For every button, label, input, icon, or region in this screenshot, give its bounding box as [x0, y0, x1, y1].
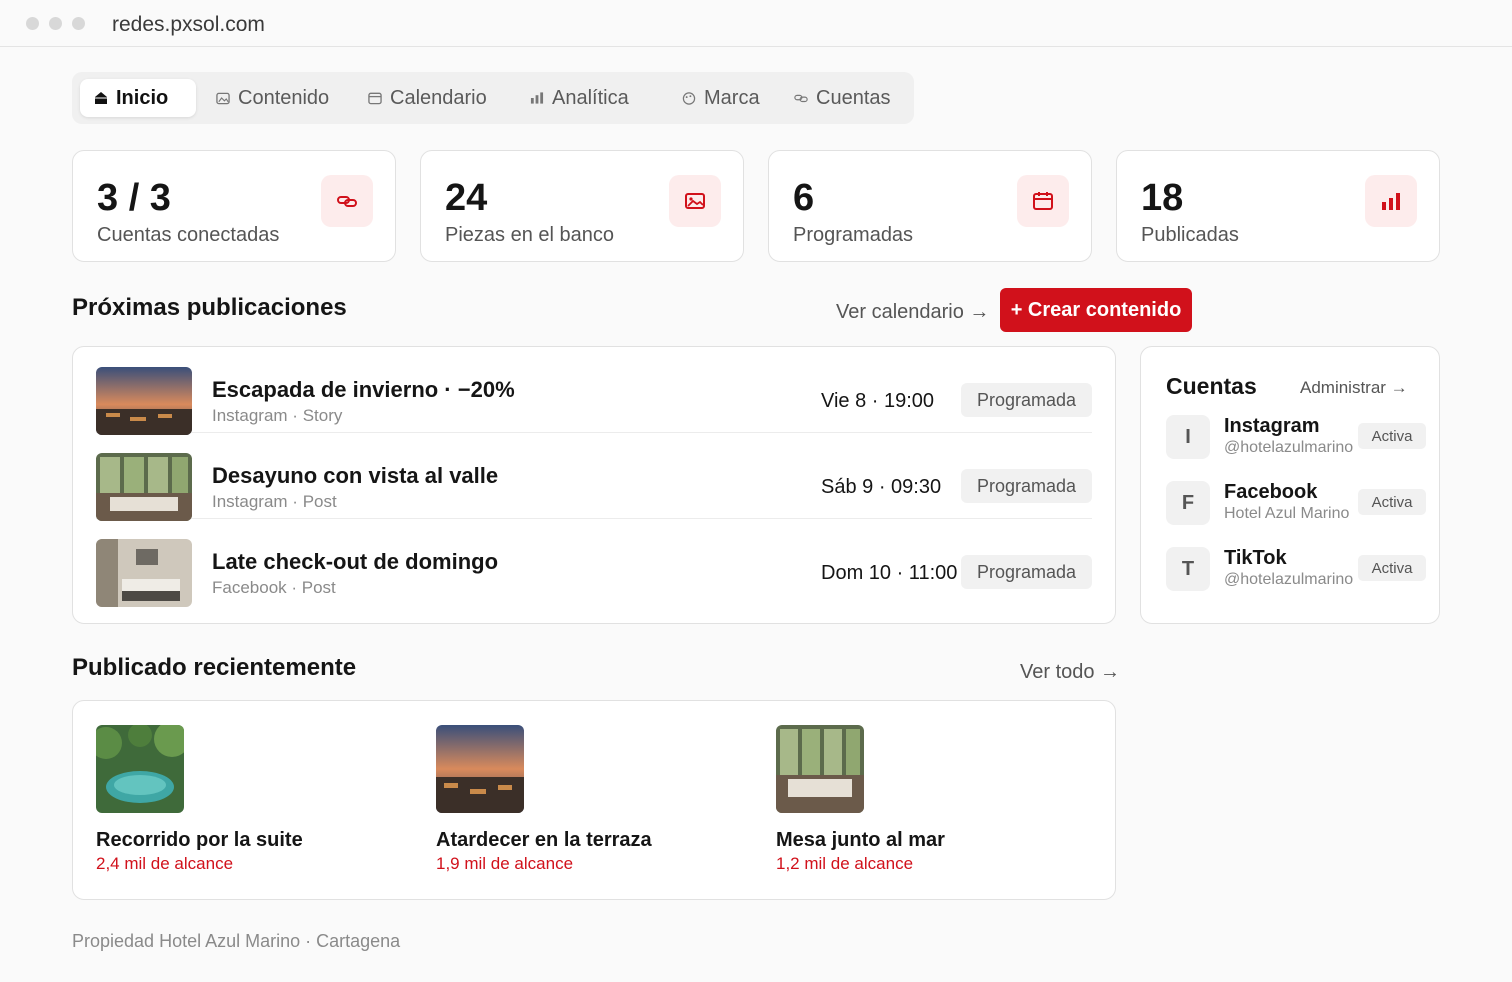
main-tabs: Inicio Contenido Calendario Analítica Ma…	[72, 72, 914, 124]
home-icon	[94, 91, 108, 105]
address-bar[interactable]: redes.pxsol.com	[112, 13, 265, 37]
manage-accounts-link[interactable]: Administrar →	[1300, 378, 1408, 398]
post-title: Mesa junto al mar	[776, 829, 945, 851]
post-meta: Facebook · Post	[212, 578, 336, 597]
post-meta: Instagram · Post	[212, 492, 337, 511]
post-reach: 2,4 mil de alcance	[96, 854, 234, 873]
stat-card-content-bank: 24 Piezas en el banco	[420, 150, 744, 262]
account-handle: @hotelazulmarino	[1224, 571, 1354, 588]
stat-value: 3 / 3	[97, 177, 171, 219]
upcoming-post-row[interactable]: Late check-out de domingo Facebook · Pos…	[96, 519, 1092, 607]
status-badge: Activa	[1358, 423, 1426, 449]
stat-value: 24	[445, 177, 488, 219]
status-badge: Programada	[961, 555, 1092, 589]
stat-card-published: 18 Publicadas	[1116, 150, 1440, 262]
window-maximize-dot[interactable]	[72, 17, 85, 30]
post-date: Dom 10 · 11:00	[821, 562, 958, 584]
account-avatar: T	[1166, 547, 1210, 591]
calendar-icon	[1017, 175, 1069, 227]
footer-text: Propiedad Hotel Azul Marino · Cartagena	[72, 931, 401, 951]
tab-cuentas[interactable]: Cuentas	[780, 79, 905, 117]
stat-label: Piezas en el banco	[445, 224, 615, 246]
image-icon	[216, 91, 230, 105]
stat-value: 18	[1141, 177, 1184, 219]
recent-posts-card: Recorrido por la suite 2,4 mil de alcanc…	[72, 700, 1116, 900]
status-badge: Activa	[1358, 555, 1426, 581]
upcoming-post-row[interactable]: Desayuno con vista al valle Instagram · …	[96, 433, 1092, 521]
stat-card-scheduled: 6 Programadas	[768, 150, 1092, 262]
link-icon	[794, 91, 808, 105]
status-badge: Programada	[961, 469, 1092, 503]
window-close-dot[interactable]	[26, 17, 39, 30]
post-thumbnail	[96, 453, 192, 521]
post-title: Atardecer en la terraza	[436, 829, 652, 851]
tab-contenido[interactable]: Contenido	[202, 79, 343, 117]
link-icon	[321, 175, 373, 227]
post-title: Desayuno con vista al valle	[212, 463, 499, 488]
post-date: Vie 8 · 19:00	[821, 390, 935, 412]
browser-chrome: redes.pxsol.com	[0, 0, 1512, 47]
post-reach: 1,2 mil de alcance	[776, 854, 914, 873]
post-thumbnail	[96, 367, 192, 435]
tab-label: Contenido	[238, 86, 330, 109]
account-item-instagram[interactable]: I Instagram @hotelazulmarino Activa	[1166, 413, 1426, 463]
tab-inicio[interactable]: Inicio	[80, 79, 196, 117]
view-all-link[interactable]: Ver todo →	[1020, 661, 1120, 684]
recent-post-item[interactable]: Recorrido por la suite 2,4 mil de alcanc…	[96, 725, 396, 885]
upcoming-section-title: Próximas publicaciones	[72, 294, 347, 321]
tab-label: Analítica	[552, 86, 629, 109]
account-handle: @hotelazulmarino	[1224, 439, 1354, 456]
post-title: Escapada de invierno · −20%	[212, 377, 515, 402]
tab-label: Cuentas	[816, 86, 891, 109]
account-avatar: F	[1166, 481, 1210, 525]
palette-icon	[682, 91, 696, 105]
account-name: TikTok	[1224, 547, 1287, 569]
account-name: Facebook	[1224, 481, 1318, 503]
tab-label: Calendario	[390, 86, 487, 109]
post-title: Late check-out de domingo	[212, 549, 499, 574]
recent-section-title: Publicado recientemente	[72, 654, 357, 681]
tab-marca[interactable]: Marca	[668, 79, 774, 117]
account-item-facebook[interactable]: F Facebook Hotel Azul Marino Activa	[1166, 479, 1426, 529]
accounts-card: Cuentas Administrar → I Instagram @hotel…	[1140, 346, 1440, 624]
stat-value: 6	[793, 177, 815, 219]
stat-card-connected-accounts: 3 / 3 Cuentas conectadas	[72, 150, 396, 262]
status-badge: Programada	[961, 383, 1092, 417]
image-icon	[669, 175, 721, 227]
post-thumbnail	[96, 725, 184, 813]
tab-calendario[interactable]: Calendario	[354, 79, 501, 117]
upcoming-post-row[interactable]: Escapada de invierno · −20% Instagram · …	[96, 347, 1092, 435]
post-thumbnail	[96, 539, 192, 607]
account-handle: Hotel Azul Marino	[1224, 505, 1350, 522]
view-calendar-link[interactable]: Ver calendario →	[836, 301, 989, 324]
recent-post-item[interactable]: Atardecer en la terraza 1,9 mil de alcan…	[436, 725, 736, 885]
post-reach: 1,9 mil de alcance	[436, 854, 574, 873]
tab-label: Inicio	[116, 86, 169, 109]
post-date: Sáb 9 · 09:30	[821, 476, 942, 498]
stat-label: Publicadas	[1141, 224, 1239, 246]
post-title: Recorrido por la suite	[96, 829, 303, 851]
post-thumbnail	[776, 725, 864, 813]
recent-post-item[interactable]: Mesa junto al mar 1,2 mil de alcance	[776, 725, 1076, 885]
window-minimize-dot[interactable]	[49, 17, 62, 30]
upcoming-posts-card: Escapada de invierno · −20% Instagram · …	[72, 346, 1116, 624]
post-thumbnail	[436, 725, 524, 813]
tab-analitica[interactable]: Analítica	[516, 79, 643, 117]
tab-label: Marca	[704, 86, 760, 109]
account-item-tiktok[interactable]: T TikTok @hotelazulmarino Activa	[1166, 545, 1426, 595]
stat-label: Programadas	[793, 224, 914, 246]
account-name: Instagram	[1224, 415, 1320, 437]
bar-chart-icon	[530, 91, 544, 105]
status-badge: Activa	[1358, 489, 1426, 515]
calendar-icon	[368, 91, 382, 105]
post-meta: Instagram · Story	[212, 406, 343, 425]
bar-chart-icon	[1365, 175, 1417, 227]
stat-label: Cuentas conectadas	[97, 224, 280, 246]
create-content-button[interactable]: + Crear contenido	[1000, 288, 1192, 332]
accounts-title: Cuentas	[1166, 373, 1257, 399]
account-avatar: I	[1166, 415, 1210, 459]
